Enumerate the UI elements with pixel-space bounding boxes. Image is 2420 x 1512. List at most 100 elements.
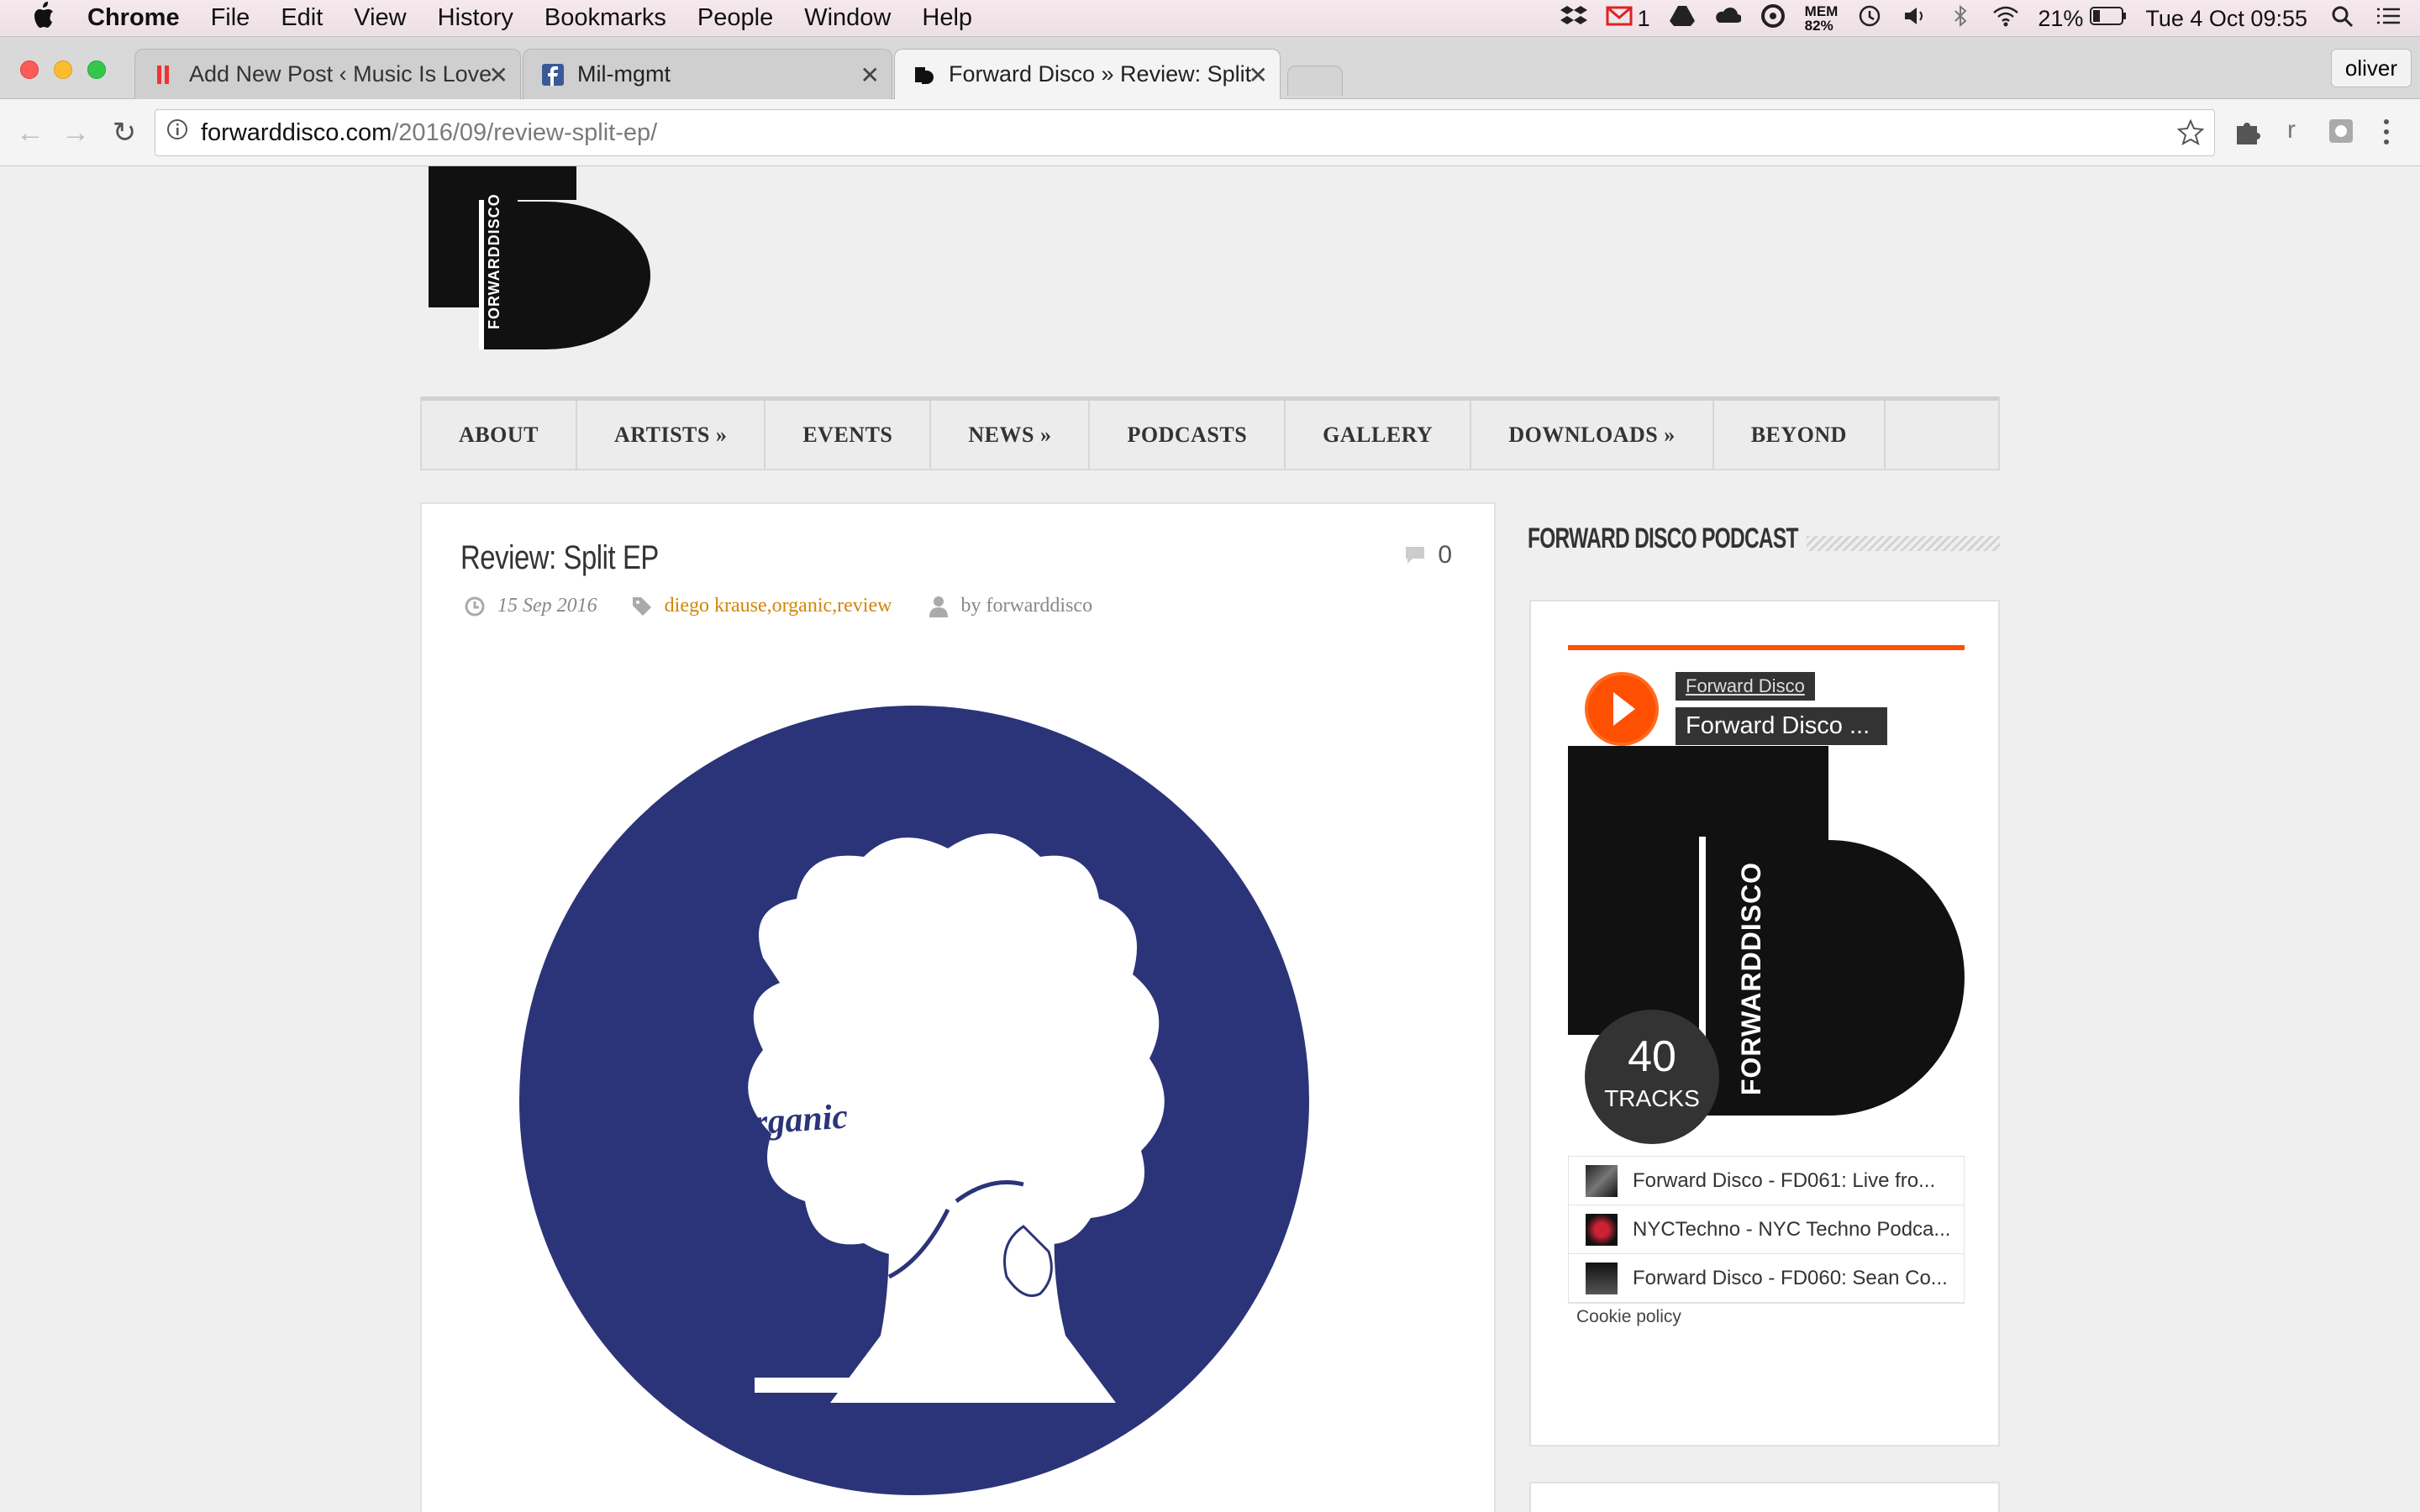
macos-menubar: Chrome File Edit View History Bookmarks … [0, 0, 2420, 37]
menu-app-name[interactable]: Chrome [87, 4, 180, 32]
new-tab-button[interactable] [1287, 66, 1343, 96]
article-tags[interactable]: diego krause,organic,review [665, 595, 892, 617]
reload-icon[interactable]: ↻ [108, 116, 141, 150]
sidebar-title: FORWARD DISCO PODCAST [1528, 522, 1798, 554]
address-bar[interactable]: forwarddisco.com/2016/09/review-split-ep… [155, 109, 2215, 156]
cloud-icon[interactable] [1714, 4, 1741, 34]
time-machine-icon[interactable] [1856, 4, 1883, 34]
article-date: 15 Sep 2016 [497, 595, 597, 617]
maximize-window-button[interactable] [87, 60, 106, 79]
notification-center-icon[interactable] [2375, 4, 2402, 34]
track-list-title: Forward Disco - FD061: Live fro... [1633, 1168, 1936, 1192]
track-thumbnail [1586, 1262, 1618, 1294]
article-author[interactable]: by forwarddisco [960, 595, 1092, 617]
memory-indicator[interactable]: MEM 82% [1805, 4, 1839, 33]
close-tab-icon[interactable]: ✕ [860, 61, 880, 89]
wifi-icon[interactable] [1992, 4, 2019, 34]
track-thumbnail [1586, 1164, 1618, 1197]
menu-help[interactable]: Help [922, 4, 972, 32]
close-window-button[interactable] [20, 60, 39, 79]
menu-view[interactable]: View [354, 4, 406, 32]
nav-news[interactable]: NEWS » [931, 401, 1091, 469]
info-icon[interactable] [166, 118, 189, 148]
nav-artists[interactable]: ARTISTS » [577, 401, 766, 469]
close-tab-icon[interactable]: ✕ [489, 61, 508, 89]
artwork-text: FORWARDDISCO [1736, 861, 1766, 1095]
tab-title: Add New Post ‹ Music Is Love [189, 61, 492, 87]
user-icon [929, 596, 949, 617]
dropbox-icon[interactable] [1560, 4, 1587, 34]
istat-icon[interactable] [1760, 3, 1786, 34]
track-list: Forward Disco - FD061: Live fro... NYCTe… [1568, 1156, 1965, 1304]
close-tab-icon[interactable]: ✕ [1249, 61, 1268, 89]
tab-title: Forward Disco » Review: Split [949, 61, 1251, 87]
player-user-link[interactable]: Forward Disco [1676, 672, 1815, 701]
cover-image: organic [519, 706, 1309, 1495]
player-track-title[interactable]: Forward Disco ... [1676, 707, 1887, 745]
menu-file[interactable]: File [211, 4, 250, 32]
memory-value: 82% [1804, 18, 1833, 34]
bookmark-star-icon[interactable] [2176, 118, 2205, 152]
nav-about[interactable]: ABOUT [422, 401, 577, 469]
menu-window[interactable]: Window [804, 4, 891, 32]
cover-label: organic [734, 1097, 850, 1144]
nav-gallery[interactable]: GALLERY [1286, 401, 1472, 469]
spotlight-search-icon[interactable] [2329, 4, 2356, 34]
article-title[interactable]: Review: Split EP [460, 539, 659, 577]
apple-icon[interactable] [30, 1, 64, 36]
main-nav: ABOUT ARTISTS » EVENTS NEWS » PODCASTS G… [420, 396, 2000, 470]
play-button[interactable] [1585, 672, 1659, 746]
comment-count: 0 [1438, 541, 1452, 569]
forward-arrow-icon[interactable]: → [59, 116, 92, 150]
tag-icon [632, 596, 651, 616]
mail-icon[interactable] [1606, 4, 1633, 34]
track-thumbnail [1586, 1213, 1618, 1246]
cookie-policy-link[interactable]: Cookie policy [1573, 1307, 1685, 1327]
extension-square-icon[interactable] [2328, 118, 2354, 149]
comment-count-link[interactable]: 0 [1404, 541, 1452, 570]
player-accent-bar [1568, 645, 1965, 650]
battery-icon[interactable] [2090, 6, 2127, 32]
clock[interactable]: Tue 4 Oct 09:55 [2145, 6, 2307, 32]
article-meta: 15 Sep 2016 diego krause,organic,review … [464, 595, 1092, 617]
article-card: Review: Split EP 0 15 Sep 2016 diego kra… [420, 502, 1496, 1512]
tab-strip: Add New Post ‹ Music Is Love ✕ Mil-mgmt … [0, 37, 2420, 99]
play-icon [1613, 692, 1635, 726]
site-logo[interactable]: FORWARDDISCO [429, 166, 657, 351]
volume-icon[interactable] [1902, 4, 1928, 34]
nav-downloads[interactable]: DOWNLOADS » [1471, 401, 1714, 469]
track-list-item[interactable]: NYCTechno - NYC Techno Podca... [1569, 1205, 1964, 1254]
tab-add-new-post[interactable]: Add New Post ‹ Music Is Love ✕ [134, 49, 521, 99]
track-list-item[interactable]: Forward Disco - FD060: Sean Co... [1569, 1254, 1964, 1303]
menu-edit[interactable]: Edit [281, 4, 323, 32]
chrome-menu-icon[interactable] [2381, 118, 2391, 150]
google-drive-icon[interactable] [1669, 4, 1696, 34]
battery-percent: 21% [2038, 5, 2084, 31]
minimize-window-button[interactable] [54, 60, 72, 79]
mail-count: 1 [1637, 5, 1650, 31]
nav-beyond[interactable]: BEYOND [1714, 401, 1886, 469]
tab-forward-disco[interactable]: Forward Disco » Review: Split ✕ [894, 49, 1281, 99]
sidebar-title-decoration [1807, 536, 2000, 551]
logo-text: FORWARDDISCO [486, 193, 502, 329]
tab-mil-mgmt[interactable]: Mil-mgmt ✕ [523, 49, 892, 99]
track-list-item[interactable]: Forward Disco - FD061: Live fro... [1569, 1157, 1964, 1205]
url-path: /2016/09/review-split-ep/ [392, 118, 658, 146]
menu-people[interactable]: People [697, 4, 773, 32]
facebook-icon [542, 63, 564, 86]
track-count: 40 [1628, 1032, 1676, 1081]
bluetooth-icon[interactable] [1947, 4, 1974, 34]
extension-puzzle-icon[interactable] [2233, 118, 2262, 150]
clock-icon [465, 596, 485, 616]
browser-toolbar: ← → ↻ forwarddisco.com/2016/09/review-sp… [0, 99, 2420, 166]
nav-events[interactable]: EVENTS [765, 401, 932, 469]
comment-icon [1406, 547, 1425, 564]
menu-history[interactable]: History [438, 4, 513, 32]
nav-podcasts[interactable]: PODCASTS [1090, 401, 1286, 469]
extension-r-icon[interactable]: r [2287, 116, 2296, 144]
forward-disco-icon [915, 66, 934, 84]
back-arrow-icon[interactable]: ← [13, 116, 47, 150]
tab-title: Mil-mgmt [577, 61, 671, 87]
menu-bookmarks[interactable]: Bookmarks [544, 4, 666, 32]
profile-button[interactable]: oliver [2330, 49, 2412, 87]
